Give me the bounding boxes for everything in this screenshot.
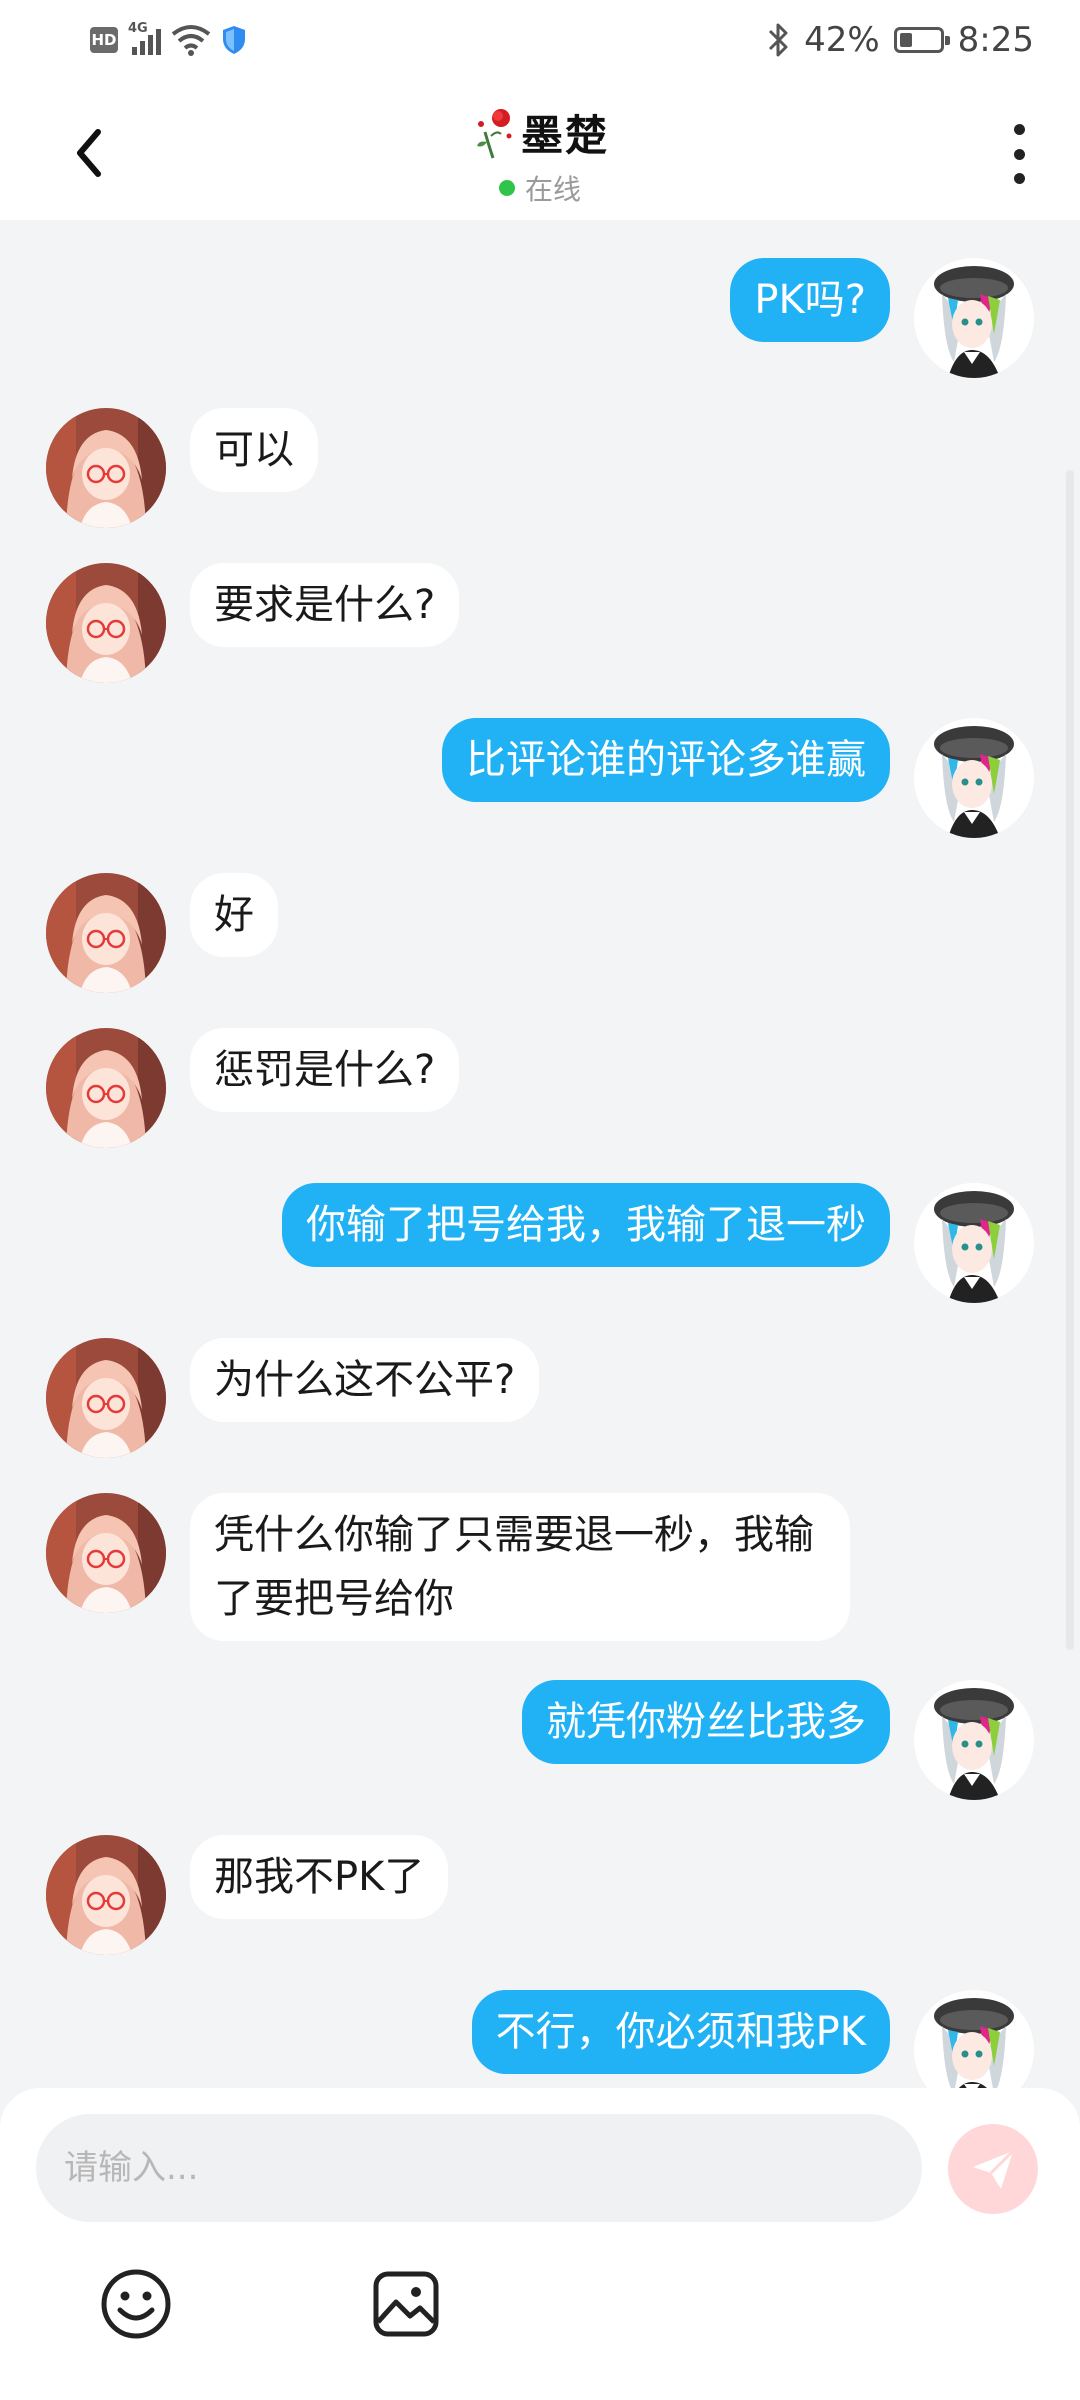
emoji-icon	[101, 2269, 171, 2339]
status-right: 42% 8:25	[766, 18, 1034, 62]
scrollbar[interactable]	[1066, 470, 1074, 1650]
message-bubble[interactable]: 比评论谁的评论多谁赢	[442, 718, 890, 802]
battery-icon	[893, 27, 950, 53]
my-avatar[interactable]	[914, 1183, 1034, 1303]
message-bubble[interactable]: 为什么这不公平?	[190, 1338, 540, 1422]
incoming-message: 要求是什么?	[46, 563, 460, 683]
hd-icon: HD	[90, 27, 118, 53]
incoming-message: 惩罚是什么?	[46, 1028, 460, 1148]
emoji-button[interactable]	[98, 2266, 174, 2342]
contact-avatar[interactable]	[46, 1028, 166, 1148]
wifi-icon	[171, 25, 211, 56]
incoming-message: 为什么这不公平?	[46, 1338, 540, 1458]
contact-avatar[interactable]	[46, 1493, 166, 1613]
contact-avatar[interactable]	[46, 873, 166, 993]
my-avatar[interactable]	[914, 1990, 1034, 2090]
my-avatar[interactable]	[914, 1680, 1034, 1800]
message-bubble[interactable]: 要求是什么?	[190, 563, 460, 647]
my-avatar[interactable]	[914, 718, 1034, 838]
message-bubble[interactable]: 你输了把号给我，我输了退一秒	[282, 1183, 890, 1267]
message-list[interactable]: PK吗? 可以 要求是什么? 比评论谁的评论多谁赢 好 惩罚是什么? 你输了把号…	[0, 220, 1080, 2090]
status-left: HD 4G	[90, 21, 247, 58]
more-icon-dot	[1013, 148, 1025, 160]
more-icon-dot	[1013, 124, 1025, 135]
incoming-message: 好	[46, 873, 278, 993]
outgoing-message: 你输了把号给我，我输了退一秒	[282, 1183, 1034, 1303]
shield-icon	[223, 26, 245, 54]
bluetooth-icon	[769, 23, 788, 57]
message-input[interactable]	[36, 2114, 922, 2222]
message-bubble[interactable]: PK吗?	[730, 258, 890, 342]
composer	[0, 2088, 1080, 2400]
clock: 8:25	[957, 20, 1034, 60]
signal-icon: 4G	[128, 21, 161, 55]
more-button[interactable]	[1004, 124, 1034, 184]
incoming-message: 可以	[46, 408, 318, 528]
more-icon-dot	[1013, 173, 1025, 184]
message-bubble[interactable]: 那我不PK了	[190, 1835, 449, 1919]
send-button[interactable]	[948, 2124, 1038, 2214]
image-icon	[373, 2271, 439, 2337]
contact-avatar[interactable]	[46, 1835, 166, 1955]
rose-icon	[476, 108, 512, 158]
image-button[interactable]	[368, 2266, 444, 2342]
my-avatar[interactable]	[914, 258, 1034, 378]
online-status: 在线	[0, 168, 1080, 208]
message-bubble[interactable]: 不行，你必须和我PK	[471, 1990, 890, 2074]
title-block: 墨楚 在线	[0, 102, 1080, 208]
chat-header: 墨楚 在线	[0, 80, 1080, 220]
message-bubble[interactable]: 好	[190, 873, 278, 957]
outgoing-message: 就凭你粉丝比我多	[522, 1680, 1034, 1800]
page-title: 墨楚	[520, 111, 609, 160]
outgoing-message: PK吗?	[730, 258, 1034, 378]
send-icon	[973, 2149, 1015, 2189]
message-bubble[interactable]: 惩罚是什么?	[190, 1028, 460, 1112]
battery-percent: 42%	[804, 20, 880, 60]
contact-avatar[interactable]	[46, 408, 166, 528]
title-row: 墨楚	[471, 102, 609, 163]
outgoing-message: 比评论谁的评论多谁赢	[442, 718, 1034, 838]
message-bubble[interactable]: 就凭你粉丝比我多	[522, 1680, 890, 1764]
contact-avatar[interactable]	[46, 563, 166, 683]
status-bar: HD 4G 42% 8:25	[0, 0, 1080, 80]
online-status-label: 在线	[524, 172, 581, 206]
message-bubble[interactable]: 凭什么你输了只需要退一秒，我输了要把号给你	[190, 1493, 850, 1641]
contact-avatar[interactable]	[46, 1338, 166, 1458]
online-dot-icon	[498, 179, 515, 196]
incoming-message: 凭什么你输了只需要退一秒，我输了要把号给你	[46, 1493, 850, 1641]
outgoing-message: 不行，你必须和我PK	[471, 1990, 1034, 2090]
network-type: 4G	[128, 21, 148, 36]
incoming-message: 那我不PK了	[46, 1835, 449, 1955]
message-bubble[interactable]: 可以	[190, 408, 318, 492]
battery-fill	[899, 33, 913, 47]
